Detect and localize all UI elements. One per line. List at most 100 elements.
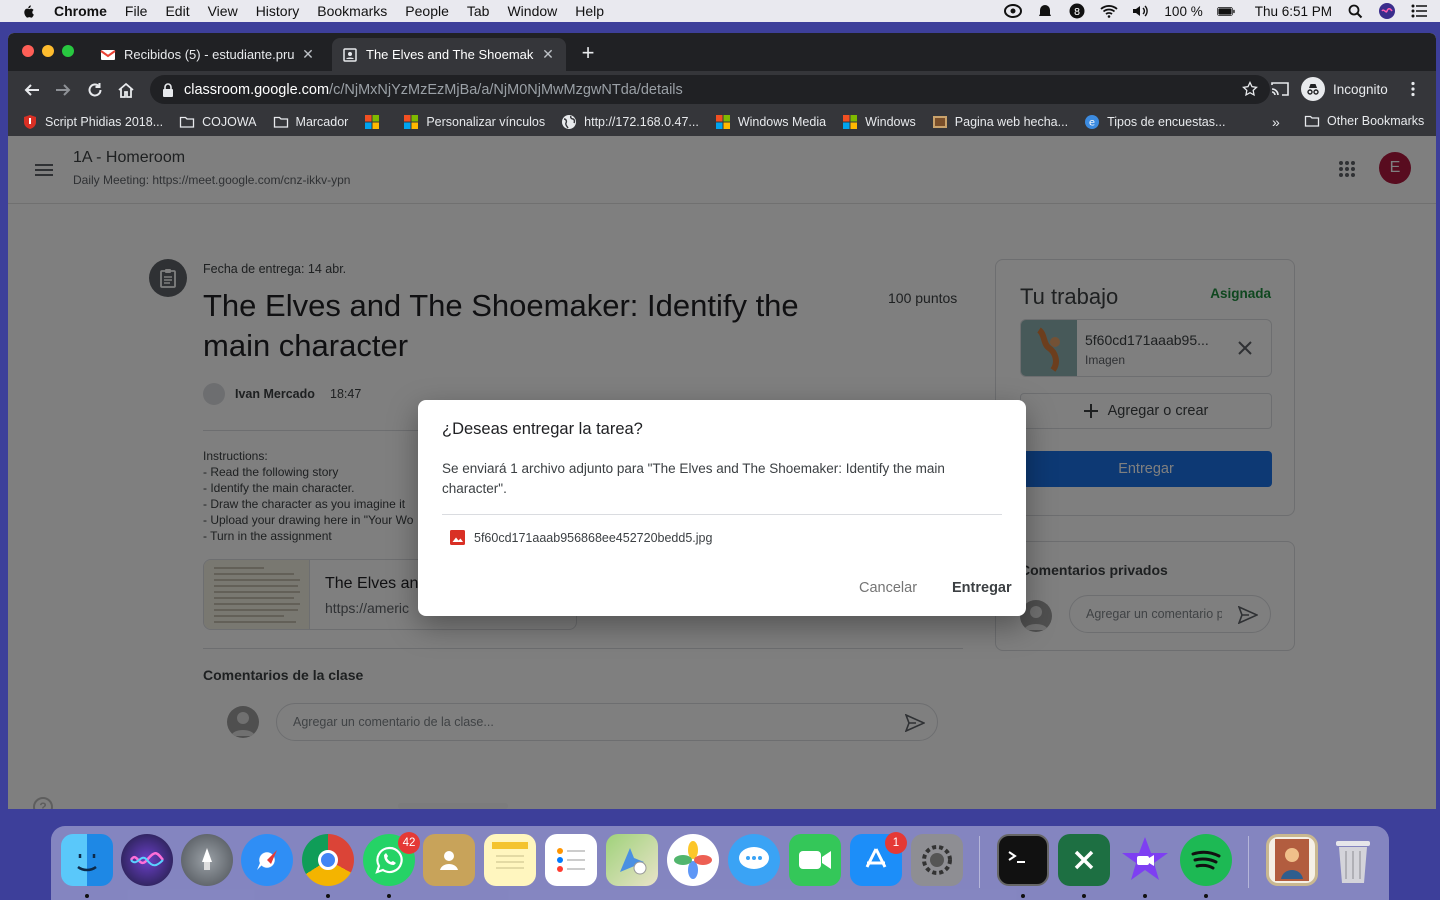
bookmark-other-bookmarks[interactable]: Other Bookmarks <box>1304 113 1424 129</box>
battery-icon[interactable] <box>1216 3 1235 19</box>
reminders-icon[interactable] <box>545 834 597 886</box>
bookmark-label: http://172.168.0.47... <box>584 115 699 129</box>
tab-gmail[interactable]: Recibidos (5) - estudiante.prueb ✕ <box>90 38 326 71</box>
app-store-badge: 1 <box>885 832 907 854</box>
svg-text:8: 8 <box>1074 7 1080 18</box>
bookmark-tipos-encuestas[interactable]: e Tipos de encuestas... <box>1084 114 1225 130</box>
macos-menu-bar: Chrome File Edit View History Bookmarks … <box>0 0 1440 22</box>
photos-icon[interactable] <box>667 834 719 886</box>
bookmarks-overflow-button[interactable]: » <box>1272 114 1280 130</box>
spotify-icon[interactable] <box>1180 834 1232 886</box>
windows-icon <box>715 115 730 129</box>
chrome-window: Recibidos (5) - estudiante.prueb ✕ The E… <box>8 33 1436 809</box>
contacts-icon[interactable] <box>423 834 475 886</box>
cast-icon[interactable] <box>1271 81 1289 97</box>
launchpad-icon[interactable] <box>181 834 233 886</box>
bookmark-star-icon[interactable] <box>1242 81 1258 97</box>
menu-file[interactable]: File <box>125 3 148 19</box>
incognito-profile-button[interactable]: Incognito <box>1301 77 1388 101</box>
bookmark-ip-address[interactable]: http://172.168.0.47... <box>561 114 699 130</box>
reload-button[interactable] <box>84 79 106 101</box>
wifi-icon[interactable] <box>1100 3 1119 19</box>
menu-people[interactable]: People <box>405 3 449 19</box>
menu-history[interactable]: History <box>256 3 300 19</box>
imovie-icon[interactable] <box>1119 834 1171 886</box>
spotlight-search-icon[interactable] <box>1346 3 1364 19</box>
siri-icon[interactable] <box>121 834 173 886</box>
window-minimize-button[interactable] <box>42 45 54 57</box>
horizontal-scrollbar[interactable] <box>398 803 508 809</box>
menu-view[interactable]: View <box>208 3 238 19</box>
forward-button[interactable] <box>52 79 74 101</box>
chrome-menu-icon[interactable] <box>1410 81 1416 97</box>
window-close-button[interactable] <box>22 45 34 57</box>
notes-icon[interactable] <box>484 834 536 886</box>
windows-icon <box>404 115 419 129</box>
trash-icon[interactable] <box>1327 834 1379 886</box>
back-button[interactable] <box>21 79 43 101</box>
bookmark-pagina-web[interactable]: Pagina web hecha... <box>932 114 1068 130</box>
address-bar[interactable]: classroom.google.com/c/NjMxNjYzMzEzMjBa/… <box>150 75 1270 104</box>
page-icon <box>932 116 947 128</box>
cancel-button[interactable]: Cancelar <box>859 580 917 596</box>
confirm-turn-in-button[interactable]: Entregar <box>952 580 1012 596</box>
menu-edit[interactable]: Edit <box>165 3 189 19</box>
menu-app-name[interactable]: Chrome <box>54 3 107 19</box>
bookmark-label: Marcador <box>295 115 349 129</box>
system-preferences-icon[interactable] <box>911 834 963 886</box>
bookmark-label: Tipos de encuestas... <box>1107 115 1226 129</box>
running-indicator <box>1082 894 1086 898</box>
tab-classroom[interactable]: The Elves and The Shoemaker: Ic ✕ <box>332 38 566 71</box>
bookmark-script-phidias[interactable]: Script Phidias 2018... <box>22 114 163 130</box>
close-tab-icon[interactable]: ✕ <box>540 46 556 63</box>
terminal-icon[interactable] <box>997 834 1049 886</box>
facetime-icon[interactable] <box>789 834 841 886</box>
bookmark-windows[interactable]: Windows <box>842 114 916 130</box>
window-zoom-button[interactable] <box>62 45 74 57</box>
battery-percent: 100 % <box>1164 3 1203 19</box>
bookmark-cojowa[interactable]: COJOWA <box>179 114 257 130</box>
dialog-title: ¿Deseas entregar la tarea? <box>442 420 643 438</box>
running-indicator <box>387 894 391 898</box>
bookmark-personalizar-vinculos[interactable]: Personalizar vínculos <box>403 114 545 130</box>
bookmark-label: Pagina web hecha... <box>954 115 1069 129</box>
lock-icon[interactable] <box>162 82 174 97</box>
dock-separator <box>979 836 980 888</box>
classroom-page: 1A - Homeroom Daily Meeting: https://mee… <box>8 136 1436 809</box>
menu-window[interactable]: Window <box>507 3 557 19</box>
bookmark-windows-blank[interactable] <box>364 114 387 130</box>
siri-menu-icon[interactable] <box>1378 3 1396 19</box>
apple-icon[interactable] <box>18 3 38 19</box>
safari-icon[interactable] <box>241 834 293 886</box>
messages-icon[interactable] <box>728 834 780 886</box>
edge-icon: e <box>1085 115 1100 129</box>
menu-help[interactable]: Help <box>575 3 604 19</box>
globe-icon <box>562 115 577 129</box>
menu-clock[interactable]: Thu 6:51 PM <box>1255 4 1332 19</box>
excel-icon[interactable] <box>1058 834 1110 886</box>
bookmark-windows-media[interactable]: Windows Media <box>715 114 826 130</box>
creative-cloud-icon[interactable] <box>1004 3 1023 19</box>
menu-tab[interactable]: Tab <box>467 3 490 19</box>
divider <box>442 514 1002 515</box>
chrome-icon[interactable] <box>302 834 354 886</box>
new-tab-button[interactable]: + <box>578 42 598 64</box>
bookmark-marcador[interactable]: Marcador <box>273 114 349 130</box>
image-file-icon <box>450 530 465 545</box>
notification-center-icon[interactable] <box>1410 3 1428 19</box>
notification-icon[interactable] <box>1036 3 1054 19</box>
shazam-icon[interactable]: 8 <box>1068 3 1086 19</box>
forward-arrow-icon <box>56 84 71 96</box>
preview-image-icon[interactable] <box>1266 834 1318 886</box>
volume-icon[interactable] <box>1132 3 1150 19</box>
folder-icon <box>1304 115 1320 127</box>
finder-icon[interactable] <box>61 834 113 886</box>
dialog-body: Se enviará 1 archivo adjunto para "The E… <box>442 461 945 496</box>
home-button[interactable] <box>115 79 137 101</box>
close-tab-icon[interactable]: ✕ <box>300 46 316 63</box>
menu-bookmarks[interactable]: Bookmarks <box>317 3 387 19</box>
bookmark-label: Windows Media <box>737 115 827 129</box>
profile-label: Incognito <box>1333 81 1388 97</box>
maps-icon[interactable] <box>606 834 658 886</box>
dialog-file-name: 5f60cd171aaab956868ee452720bedd5.jpg <box>474 530 713 545</box>
